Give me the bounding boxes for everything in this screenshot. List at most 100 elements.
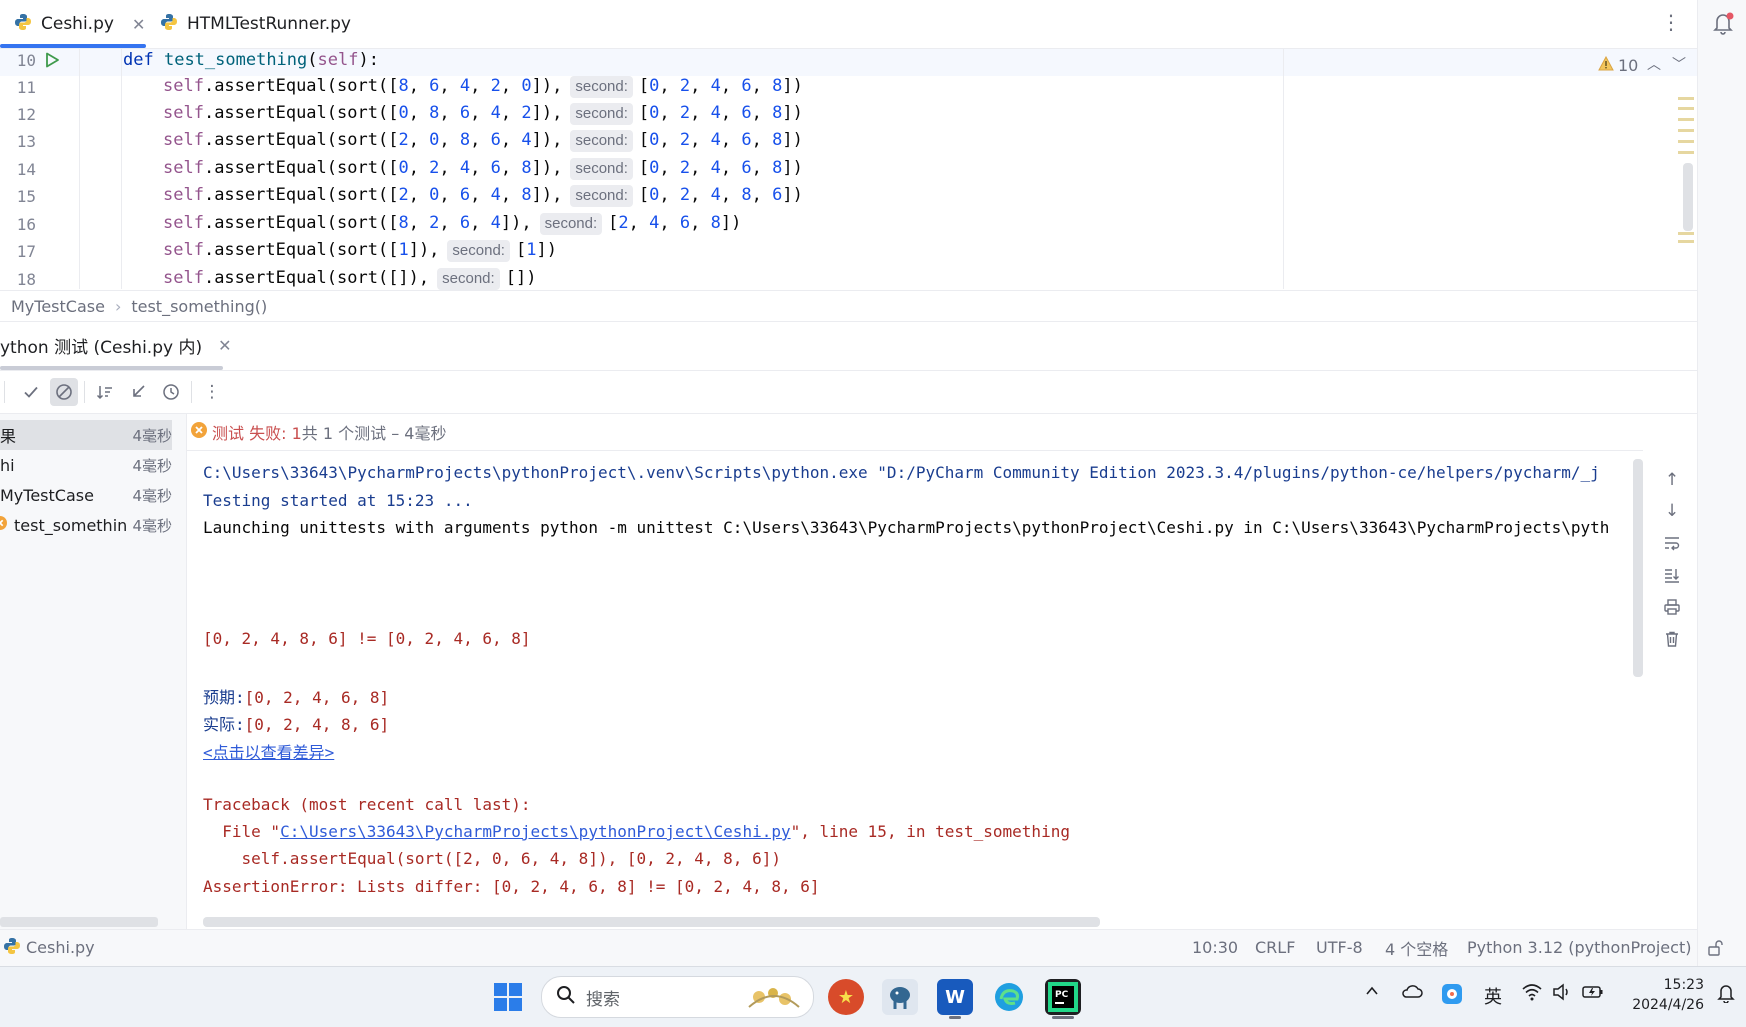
warning-stripe-mark[interactable] (1678, 118, 1694, 121)
close-tab-icon[interactable]: ✕ (132, 15, 145, 34)
arg-list: [8, 6, 4, 2, 0] (388, 76, 542, 96)
app-icon-elephant[interactable] (882, 979, 918, 1015)
tab-label: HTMLTestRunner.py (187, 14, 351, 34)
param-self: self (317, 50, 359, 70)
warning-stripe-mark[interactable] (1678, 107, 1694, 110)
tree-item-class[interactable]: MyTestCase 4毫秒 (0, 480, 172, 510)
sort-alphabetically-icon[interactable] (91, 378, 119, 406)
scroll-to-end-icon[interactable] (1660, 566, 1684, 590)
console-vertical-scrollbar[interactable] (1633, 459, 1643, 677)
tab-htmltestrunner-py[interactable]: HTMLTestRunner.py (160, 0, 351, 48)
breadcrumb-class[interactable]: MyTestCase (11, 297, 105, 316)
search-highlight-icon (745, 981, 803, 1017)
number-literal: 8 (772, 76, 783, 96)
console-actual-line: 实际:[0, 2, 4, 8, 6] (203, 711, 389, 735)
traceback-file-link[interactable]: C:\Users\33643\PycharmProjects\pythonPro… (280, 822, 791, 841)
arg-list: [] (388, 268, 409, 288)
number-literal: 4 (521, 130, 532, 150)
windows-start-icon[interactable] (493, 982, 523, 1016)
more-actions-icon[interactable]: ⋮ (198, 378, 226, 406)
breadcrumb-method[interactable]: test_something() (131, 297, 267, 316)
warning-stripe-mark[interactable] (1678, 129, 1694, 132)
tree-horizontal-scrollbar[interactable] (0, 917, 158, 927)
call-text: self.assertEqual(sort( (163, 158, 389, 178)
warning-stripe-mark[interactable] (1678, 240, 1694, 243)
line-number: 11 (16, 78, 36, 97)
number-literal: 4 (710, 130, 721, 150)
self-keyword: self (163, 130, 204, 150)
collapse-all-icon[interactable] (124, 378, 152, 406)
statusbar-file-name: Ceshi.py (26, 938, 95, 957)
number-literal: 6 (741, 158, 752, 178)
up-stack-trace-icon[interactable]: ↑ (1660, 470, 1684, 494)
show-passed-icon[interactable] (17, 378, 45, 406)
app-icon-pycharm[interactable]: PC (1045, 979, 1081, 1015)
number-literal: 2 (429, 213, 440, 233)
running-indicator (949, 1016, 961, 1019)
file-encoding[interactable]: UTF-8 (1316, 929, 1363, 966)
run-tab[interactable]: ython 测试 (Ceshi.py 内) ✕ (0, 322, 232, 368)
tree-item-module[interactable]: hi 4毫秒 (0, 450, 172, 480)
self-keyword: self (163, 213, 204, 233)
tree-item-test[interactable]: test_somethin 4毫秒 (0, 510, 172, 540)
keyword-def: def (123, 50, 154, 70)
tree-item-root[interactable]: 果 4毫秒 (0, 420, 172, 450)
run-test-gutter-icon[interactable] (43, 51, 61, 73)
statusbar-file[interactable]: Ceshi.py (3, 929, 95, 966)
warning-stripe-mark[interactable] (1678, 151, 1694, 154)
more-options-icon[interactable]: ⋮ (1661, 10, 1681, 38)
warning-stripe-mark[interactable] (1678, 232, 1694, 235)
close-run-tab-icon[interactable]: ✕ (218, 336, 231, 355)
show-ignored-icon[interactable] (50, 378, 78, 406)
down-stack-trace-icon[interactable]: ↓ (1660, 501, 1684, 525)
editor-scrollbar[interactable] (1683, 163, 1693, 231)
view-diff-link[interactable]: <点击以查看差异> (203, 739, 334, 763)
input-method-indicator[interactable]: 英 (1484, 983, 1502, 1009)
python-interpreter[interactable]: Python 3.12 (pythonProject) (1467, 929, 1691, 966)
print-icon[interactable] (1660, 598, 1684, 622)
volume-icon[interactable] (1552, 983, 1572, 1006)
soft-wrap-icon[interactable] (1660, 534, 1684, 558)
expected-list: [0, 2, 4, 8, 6] (638, 185, 793, 205)
line-separator[interactable]: CRLF (1255, 929, 1295, 966)
console-horizontal-scrollbar[interactable] (203, 917, 1100, 927)
search-placeholder: 搜索 (586, 989, 620, 1010)
app-icon-game[interactable]: ★ (828, 979, 864, 1015)
divider (187, 450, 1643, 451)
wifi-icon[interactable] (1522, 983, 1542, 1006)
app-icon-word[interactable]: W (937, 979, 973, 1015)
clear-all-icon[interactable] (1660, 630, 1684, 654)
notification-center-icon[interactable] (1717, 983, 1735, 1008)
code-line: def test_something(self): (123, 50, 379, 70)
tab-ceshi-py[interactable]: Ceshi.py ✕ (14, 0, 145, 48)
next-highlight-icon[interactable]: ﹀ (1672, 54, 1686, 74)
actual-value: [0, 2, 4, 8, 6] (244, 715, 390, 734)
warning-stripe-mark[interactable] (1678, 140, 1694, 143)
inspection-warnings[interactable]: 10 (1598, 55, 1638, 75)
battery-icon[interactable] (1582, 983, 1604, 1006)
taskbar-search-box[interactable]: 搜索 (541, 976, 814, 1018)
warning-stripe-mark[interactable] (1678, 97, 1694, 100)
indent-setting[interactable]: 4 个空格 (1385, 929, 1448, 966)
number-literal: 4 (490, 103, 501, 123)
system-clock[interactable]: 15:23 2024/4/26 (1620, 975, 1704, 1015)
console-output[interactable]: C:\Users\33643\PycharmProjects\pythonPro… (190, 455, 1646, 929)
python-file-icon (3, 937, 21, 959)
file-suffix: ", line 15, in test_something (790, 822, 1070, 841)
show-hidden-icons-icon[interactable] (1364, 983, 1380, 1004)
notifications-bell-icon[interactable] (1710, 10, 1736, 36)
caret-position[interactable]: 10:30 (1192, 929, 1238, 966)
test-history-icon[interactable] (157, 378, 185, 406)
param-hint: second: (570, 103, 633, 125)
onedrive-icon[interactable] (1401, 983, 1423, 1004)
console-command-line: C:\Users\33643\PycharmProjects\pythonPro… (203, 463, 1600, 482)
number-literal: 2 (679, 103, 691, 123)
app-icon-edge[interactable] (991, 979, 1027, 1015)
number-literal: 8 (459, 130, 471, 150)
number-literal: 0 (649, 103, 660, 123)
number-literal: 8 (772, 158, 783, 178)
previous-highlight-icon[interactable]: ︿ (1647, 54, 1661, 74)
app-tray-icon[interactable] (1441, 983, 1463, 1010)
number-literal: 8 (772, 103, 783, 123)
read-only-lock-icon[interactable] (1706, 929, 1724, 966)
